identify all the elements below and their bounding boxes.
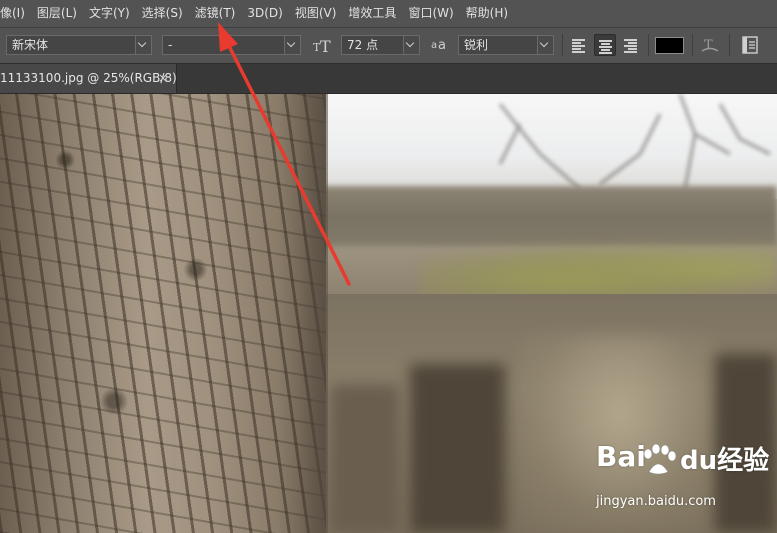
align-left-button[interactable]	[568, 34, 590, 56]
menu-layer[interactable]: 图层(L)	[31, 0, 83, 27]
font-style-value: -	[168, 38, 173, 52]
chevron-down-icon	[135, 36, 151, 54]
photo-branches	[498, 94, 771, 191]
menu-bar: 像(I) 图层(L) 文字(Y) 选择(S) 滤镜(T) 3D(D) 视图(V)…	[0, 0, 777, 28]
text-color-swatch[interactable]	[655, 37, 684, 54]
separator	[562, 34, 563, 56]
watermark-brand-cn: du经验	[680, 440, 769, 477]
separator	[729, 34, 730, 56]
menu-image[interactable]: 像(I)	[0, 0, 31, 27]
align-right-button[interactable]	[620, 34, 642, 56]
photo-roof	[318, 186, 777, 246]
document-tab-bar: 11133100.jpg @ 25%(RGB/8) ×	[0, 64, 777, 94]
warp-text-icon[interactable]: T	[698, 33, 722, 57]
paw-icon	[643, 444, 677, 475]
svg-text:a: a	[438, 38, 446, 53]
svg-text:a: a	[431, 40, 437, 51]
baidu-jingyan-watermark: Bai du du经验 jingyan.baidu.com	[596, 440, 777, 520]
options-bar: 新宋体 - T T 72 点 a a 锐利 T	[0, 28, 777, 64]
character-panel-icon[interactable]	[738, 33, 762, 57]
font-family-value: 新宋体	[12, 38, 49, 52]
annotation-arrow	[218, 22, 351, 286]
svg-text:T: T	[704, 38, 713, 53]
antialias-value: 锐利	[464, 38, 489, 52]
watermark-brand-left: Bai	[596, 440, 646, 473]
watermark-url: jingyan.baidu.com	[596, 494, 716, 509]
separator	[648, 34, 649, 56]
close-icon[interactable]: ×	[158, 64, 168, 93]
photo-shadow	[330, 384, 400, 533]
menu-window[interactable]: 窗口(W)	[402, 0, 459, 27]
watermark-du: du	[680, 446, 718, 476]
chevron-down-icon	[403, 36, 419, 54]
menu-type[interactable]: 文字(Y)	[83, 0, 136, 27]
font-family-select[interactable]: 新宋体	[6, 35, 152, 55]
document-canvas[interactable]: Bai du du经验 jingyan.baidu.com	[0, 94, 777, 533]
watermark-cn: 经验	[717, 446, 770, 476]
document-tab-title: 11133100.jpg @ 25%(RGB/8)	[0, 71, 177, 85]
separator	[692, 34, 693, 56]
chevron-down-icon	[537, 36, 553, 54]
antialias-icon: a a	[431, 38, 446, 53]
antialias-select[interactable]: 锐利	[458, 35, 554, 55]
align-center-button[interactable]	[594, 34, 616, 56]
menu-help[interactable]: 帮助(H)	[460, 0, 514, 27]
menu-select[interactable]: 选择(S)	[136, 0, 189, 27]
document-tab[interactable]: 11133100.jpg @ 25%(RGB/8) ×	[0, 64, 177, 93]
photo-shadow	[410, 364, 505, 533]
